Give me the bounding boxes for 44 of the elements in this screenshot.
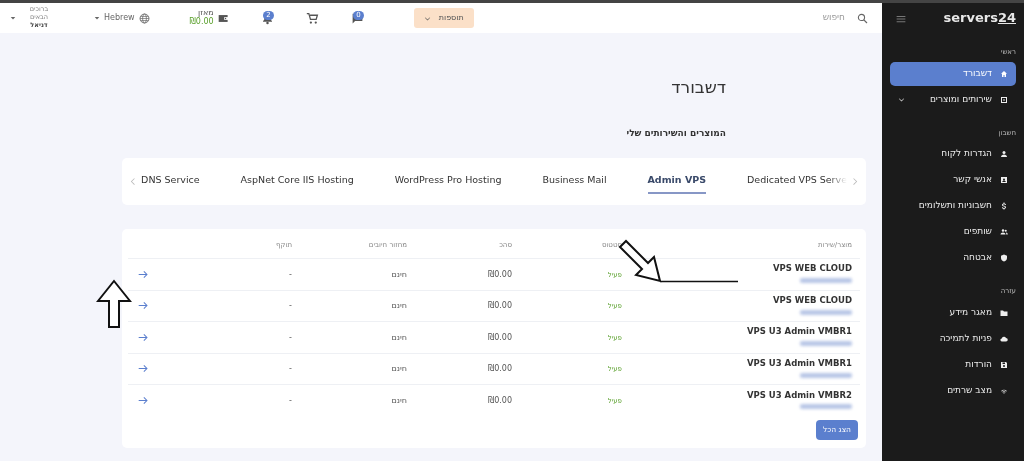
product-name: VPS WEB CLOUD <box>771 262 852 275</box>
expiry-text: - <box>289 364 292 374</box>
sidebar-item[interactable]: חשבוניות ותשלומים <box>890 194 1016 218</box>
sidebar-item[interactable]: אבטחה <box>890 246 1016 270</box>
billing-cycle-text: חינם <box>391 332 407 342</box>
billing-cycle-text: חינם <box>391 364 407 374</box>
product-name: VPS WEB CLOUD <box>771 293 852 307</box>
product-tab[interactable]: Admin VPS <box>647 169 707 194</box>
price-text: ₪0.00 <box>487 301 512 311</box>
billing-cycle-text: חינם <box>391 301 407 311</box>
sidebar-item[interactable]: שותפים <box>890 220 1016 244</box>
sidebar-item[interactable]: פניות לתמיכה <box>890 326 1016 351</box>
brand-logo: servers24 <box>943 9 1016 28</box>
addons-dropdown[interactable]: תוספות <box>413 8 474 28</box>
product-name: VPS U3 Admin VMBR2 <box>745 388 852 402</box>
billing-cycle-text: חינם <box>391 395 407 405</box>
expiry-text: - <box>289 269 292 279</box>
page-title: דשבורד <box>670 77 726 98</box>
expiry-text: - <box>289 332 292 342</box>
balance-amount: ₪0.00 <box>189 17 214 26</box>
product-tab[interactable]: WordPress Pro Hosting <box>394 169 502 194</box>
sidebar-item[interactable]: אנשי קשר <box>890 168 1016 192</box>
expiry-text: - <box>289 301 292 311</box>
search-field[interactable]: חיפוש <box>767 10 847 26</box>
sidebar-item[interactable]: מאגר מידע <box>890 300 1016 325</box>
expiry-text: - <box>289 395 292 405</box>
price-text: ₪0.00 <box>487 395 512 405</box>
balance-label: מאזן <box>197 9 214 18</box>
language-dropdown[interactable]: Hebrew <box>94 12 150 24</box>
sidebar-item[interactable]: שירותים ומוצרים <box>890 87 1016 112</box>
product-name: VPS U3 Admin VMBR1 <box>745 356 852 370</box>
price-text: ₪0.00 <box>487 332 512 342</box>
section-title: המוצרים והשירותים שלי <box>625 127 726 141</box>
price-text: ₪0.00 <box>487 269 512 279</box>
price-text: ₪0.00 <box>487 364 512 374</box>
product-name: VPS U3 Admin VMBR1 <box>745 325 852 338</box>
product-tab[interactable]: Business Mail <box>542 169 607 194</box>
sidebar-item[interactable]: דשבורד <box>890 61 1016 86</box>
billing-cycle-text: חינם <box>391 269 407 279</box>
product-tab[interactable]: AspNet Core IIS Hosting <box>240 169 354 194</box>
sidebar-item[interactable]: הורדות <box>890 352 1016 377</box>
product-tab[interactable]: DNS Service <box>141 169 200 194</box>
sidebar-item[interactable]: מצב שרתים <box>890 378 1016 403</box>
sidebar-item[interactable]: הגדרות לקוח <box>890 142 1016 166</box>
